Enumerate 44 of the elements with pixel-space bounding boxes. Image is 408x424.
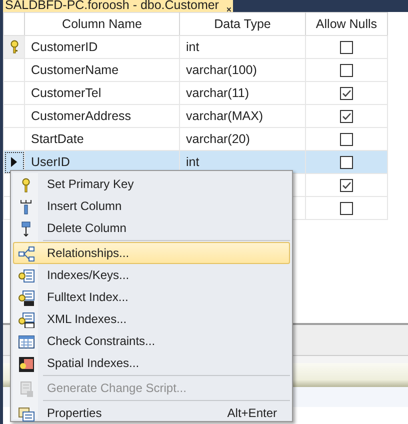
checkbox[interactable] — [340, 178, 353, 192]
menu-item[interactable]: XML Indexes... — [13, 308, 290, 330]
shortcut-label: Alt+Enter — [227, 405, 277, 422]
xml-index-icon — [18, 312, 35, 328]
relationships-icon — [18, 246, 35, 262]
menu-item[interactable]: Check Constraints... — [13, 330, 290, 352]
column-header[interactable]: Allow Nulls — [306, 12, 388, 36]
checkbox[interactable] — [340, 64, 353, 76]
checkbox[interactable] — [340, 202, 353, 214]
table-row[interactable]: CustomerAddress varchar(MAX) — [4, 104, 388, 128]
table-row[interactable]: CustomerName varchar(100) — [4, 58, 388, 82]
close-icon[interactable] — [226, 7, 233, 12]
table-row[interactable]: CustomerID int — [4, 36, 388, 58]
menu-item[interactable]: Spatial Indexes... — [13, 352, 290, 374]
table-cell[interactable]: varchar(100) — [180, 58, 306, 82]
row-pointer-icon — [10, 157, 18, 168]
checkbox[interactable] — [340, 110, 353, 122]
column-header[interactable]: Column Name — [24, 12, 180, 36]
properties-icon — [18, 406, 35, 422]
menu-item[interactable]: Delete Column — [13, 217, 290, 239]
menu-item[interactable]: Indexes/Keys... — [13, 264, 290, 286]
menu-item[interactable]: Fulltext Index... — [13, 286, 290, 308]
checkbox[interactable] — [340, 132, 353, 146]
fulltext-index-icon — [18, 290, 35, 306]
menu-item[interactable]: Relationships... — [13, 242, 290, 264]
table-cell[interactable]: CustomerTel — [24, 82, 180, 104]
menu-item[interactable]: Set Primary Key — [13, 173, 290, 195]
table-cell[interactable]: varchar(MAX) — [180, 104, 306, 128]
table-cell[interactable]: CustomerName — [24, 58, 180, 82]
column-header[interactable]: Data Type — [180, 12, 306, 36]
table-cell[interactable]: int — [180, 36, 306, 58]
table-cell[interactable]: CustomerAddress — [24, 104, 180, 128]
table-cell[interactable]: CustomerID — [24, 36, 180, 58]
menu-item[interactable]: Properties Alt+Enter — [13, 402, 290, 424]
indexes-icon — [18, 268, 35, 284]
menu-item[interactable]: Insert Column — [13, 195, 290, 217]
script-icon — [18, 381, 35, 397]
checkbox[interactable] — [340, 86, 353, 100]
table-icon — [18, 334, 35, 350]
checkbox[interactable] — [340, 156, 353, 168]
checkbox[interactable] — [340, 40, 353, 54]
table-row[interactable]: CustomerTel varchar(11) — [4, 82, 388, 104]
table-cell[interactable]: varchar(11) — [180, 82, 306, 104]
spatial-index-icon — [18, 356, 35, 372]
